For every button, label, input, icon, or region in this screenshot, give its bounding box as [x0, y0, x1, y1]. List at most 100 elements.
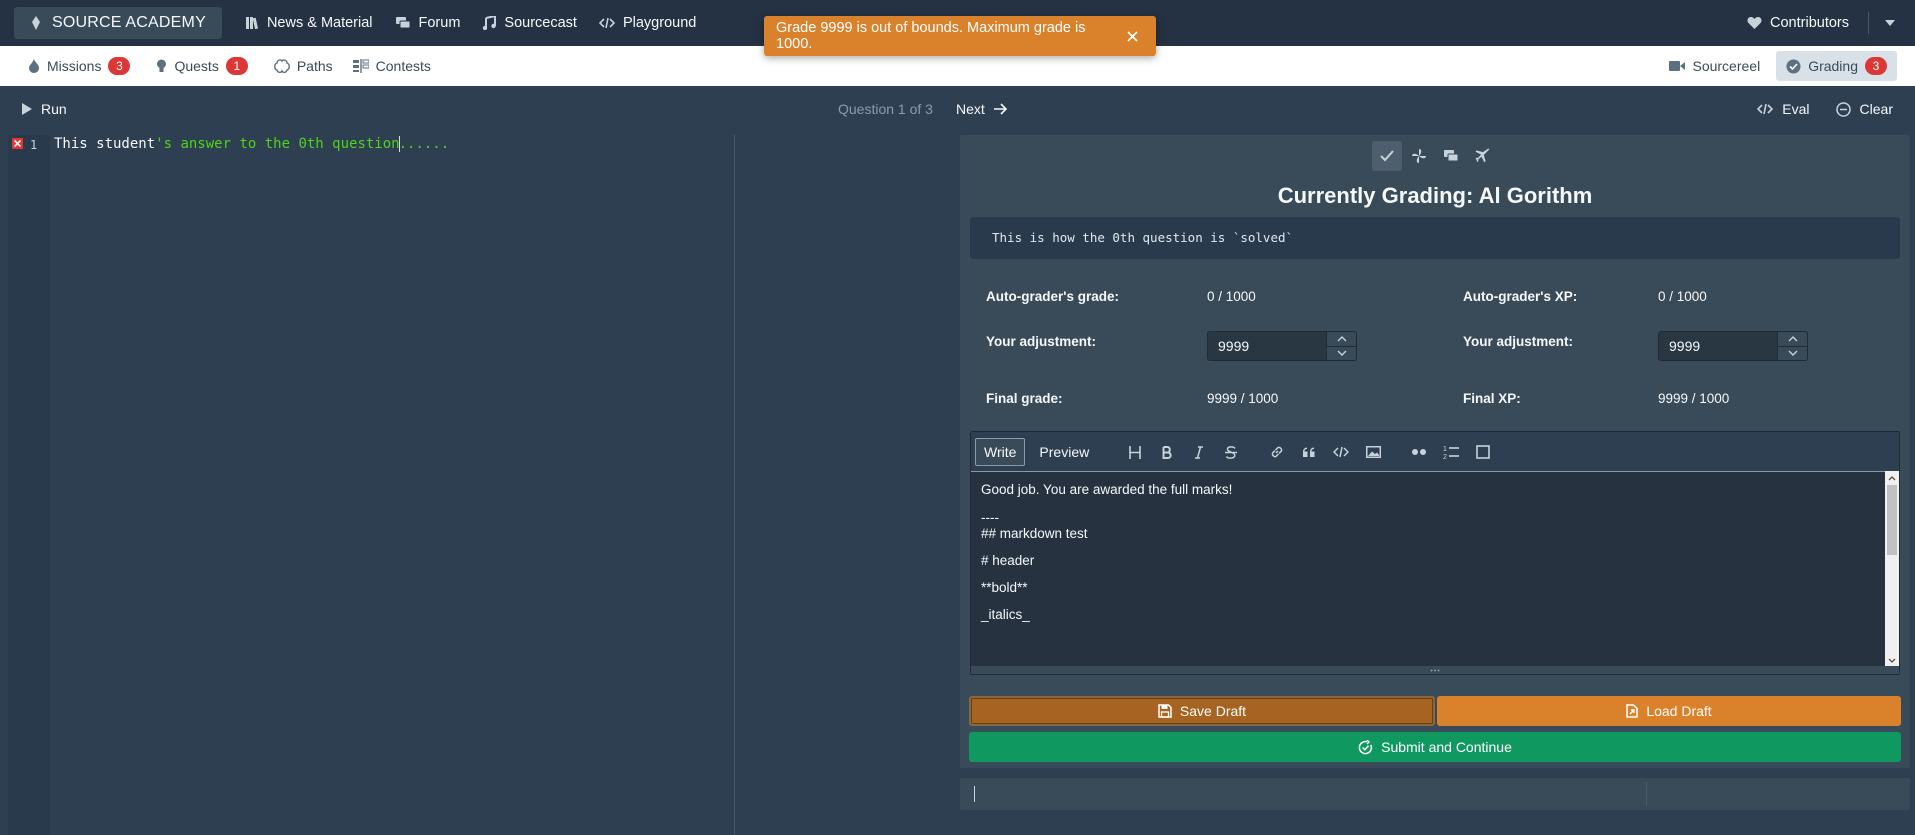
submit-and-continue-button[interactable]: Submit and Continue: [969, 732, 1901, 762]
image-icon: [1365, 446, 1381, 458]
caret-down-icon: [1885, 20, 1895, 26]
eval-label: Eval: [1782, 101, 1810, 117]
repl-input[interactable]: [960, 778, 1910, 810]
final-xp-value: 9999 / 1000: [1658, 391, 1730, 406]
code-editor[interactable]: 1 This student's answer to the 0th quest…: [8, 135, 952, 835]
header-button[interactable]: [1119, 440, 1151, 464]
repl-cursor: [974, 786, 975, 802]
airplane-icon: [1475, 148, 1490, 163]
grade-increment-button[interactable]: [1327, 332, 1356, 346]
clear-button[interactable]: Clear: [1830, 94, 1899, 124]
xp-adjustment-stepper: [1778, 331, 1808, 361]
tab-preview[interactable]: Preview: [1031, 438, 1097, 466]
nav-divider: [1868, 12, 1869, 34]
tab-missions[interactable]: Missions 3: [18, 51, 140, 81]
grade-adjustment-field[interactable]: 9999: [1207, 331, 1327, 361]
link-icon: [1271, 446, 1283, 458]
numbered-list-icon: 12: [1443, 446, 1459, 460]
strikethrough-button[interactable]: [1215, 440, 1247, 464]
bold-button[interactable]: [1151, 440, 1183, 464]
video-camera-icon: [1669, 60, 1686, 72]
next-label: Next: [956, 101, 985, 117]
italic-icon: [1195, 445, 1203, 459]
tab-paths[interactable]: Paths: [264, 51, 343, 81]
nav-news-material[interactable]: News & Material: [234, 7, 384, 39]
comment-line: ## markdown test: [981, 526, 1088, 541]
italic-button[interactable]: [1183, 440, 1215, 464]
repl-divider: [1646, 782, 1647, 806]
music-icon: [482, 16, 497, 30]
confirm-refresh-icon: [1358, 739, 1373, 754]
code-button[interactable]: [1325, 440, 1357, 464]
tab-grading-editor[interactable]: [1372, 141, 1402, 171]
eval-button[interactable]: Eval: [1751, 94, 1815, 124]
tab-quests[interactable]: Quests 1: [146, 51, 257, 81]
tab-contests[interactable]: Contests: [343, 51, 441, 81]
ordered-list-button[interactable]: 12: [1435, 440, 1467, 464]
xp-decrement-button[interactable]: [1778, 345, 1807, 361]
scroll-up-button[interactable]: [1885, 471, 1899, 485]
model-solution: This is how the 0th question is `solved`: [970, 217, 1900, 259]
nav-sourcecast[interactable]: Sourcecast: [471, 7, 588, 39]
workspace-control-bar: Run Question 1 of 3 Next Eval Clear: [0, 86, 1915, 132]
grading-panel: Currently Grading: Al Gorithm This is ho…: [960, 135, 1910, 768]
account-dropdown-button[interactable]: [1879, 20, 1901, 26]
link-button[interactable]: [1261, 440, 1293, 464]
xp-adjustment-label: Your adjustment:: [1463, 334, 1574, 349]
nav-forum[interactable]: Forum: [384, 7, 472, 39]
xp-adjustment-field[interactable]: 9999: [1658, 331, 1778, 361]
source-academy-home-button[interactable]: SOURCE ACADEMY: [14, 7, 222, 39]
contributors-button[interactable]: Contributors: [1736, 7, 1860, 39]
save-draft-button[interactable]: Save Draft: [969, 696, 1435, 726]
quests-count-badge: 1: [225, 57, 248, 75]
missions-count-badge: 3: [108, 57, 131, 75]
error-marker-icon[interactable]: [12, 138, 23, 149]
comment-scrollbar[interactable]: [1885, 471, 1899, 667]
run-button[interactable]: Run: [16, 94, 73, 124]
chevron-up-icon: [1788, 335, 1797, 342]
tab-paths-label: Paths: [296, 58, 333, 74]
grading-count-badge: 3: [1865, 57, 1887, 75]
chevron-up-icon: [1888, 475, 1896, 480]
comment-textarea[interactable]: Good job. You are awarded the full marks…: [971, 471, 1887, 667]
code-token-identifier: This student: [54, 136, 156, 152]
final-xp-label: Final XP:: [1463, 391, 1521, 406]
comparison-icon: [352, 59, 369, 73]
tab-grading[interactable]: Grading 3: [1776, 51, 1897, 81]
xp-increment-button[interactable]: [1778, 332, 1807, 346]
code-line: This student's answer to the 0th questio…: [54, 136, 449, 152]
final-grade-value: 9999 / 1000: [1207, 391, 1279, 406]
nav-playground[interactable]: Playground: [588, 7, 707, 39]
svg-text:1: 1: [1443, 446, 1447, 453]
heart-icon: [1747, 16, 1762, 30]
load-draft-button[interactable]: Load Draft: [1437, 696, 1901, 726]
toast-close-button[interactable]: [1120, 24, 1144, 48]
chevron-up-icon: [1337, 335, 1346, 342]
brand-label: SOURCE ACADEMY: [52, 14, 206, 31]
arrow-right-icon: [993, 103, 1008, 115]
tab-autograder[interactable]: [1468, 141, 1498, 171]
scroll-thumb[interactable]: [1887, 485, 1897, 555]
check-circle-icon: [1786, 59, 1801, 74]
tab-write[interactable]: Write: [975, 438, 1026, 466]
code-icon: [598, 16, 615, 30]
tab-chat[interactable]: [1436, 141, 1466, 171]
checkbox-list-button[interactable]: [1467, 440, 1499, 464]
grade-decrement-button[interactable]: [1327, 345, 1356, 361]
scroll-down-button[interactable]: [1885, 653, 1899, 667]
nav-news-material-label: News & Material: [266, 15, 373, 31]
minus-circle-icon: [1835, 101, 1851, 117]
image-button[interactable]: [1357, 440, 1389, 464]
bold-icon: [1162, 445, 1172, 459]
nav-playground-label: Playground: [622, 15, 697, 31]
tab-sourcereel[interactable]: Sourcereel: [1659, 51, 1770, 81]
autograder-xp-value: 0 / 1000: [1658, 289, 1707, 304]
unordered-list-button[interactable]: [1403, 440, 1435, 464]
quote-button[interactable]: [1293, 440, 1325, 464]
editor-line[interactable]: 1 This student's answer to the 0th quest…: [8, 136, 952, 154]
xp-adjustment-input: 9999: [1658, 331, 1808, 361]
play-icon: [22, 103, 32, 115]
resize-handle[interactable]: [971, 666, 1899, 674]
next-question-button[interactable]: Next: [950, 94, 1014, 124]
tab-data-visualizer[interactable]: [1404, 141, 1434, 171]
